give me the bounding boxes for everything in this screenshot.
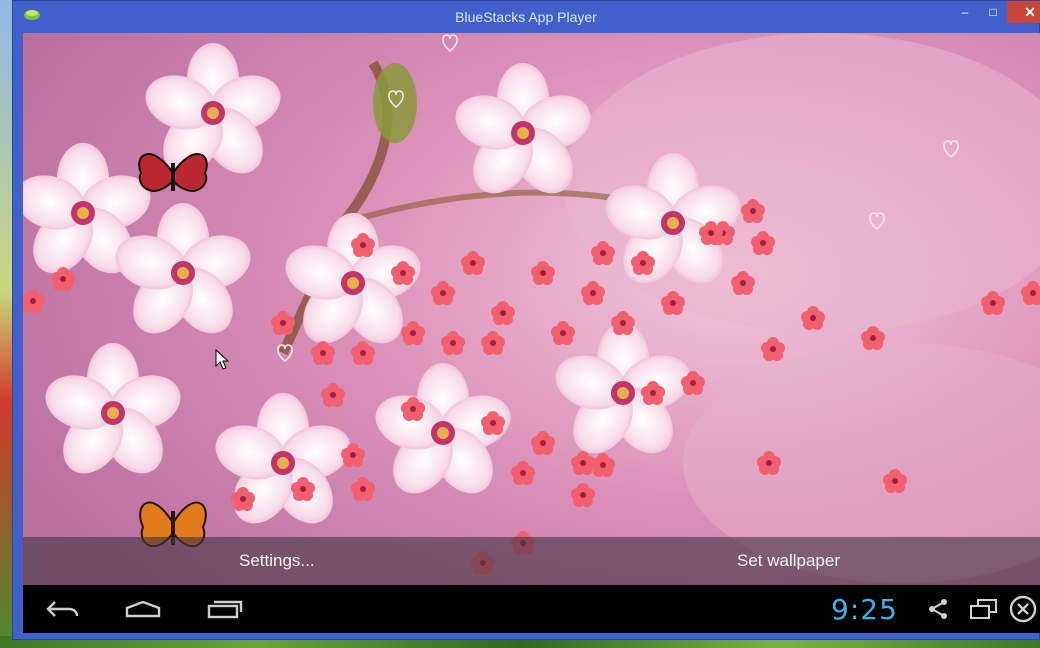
wallpaper-action-bar: Settings... Set wallpaper: [23, 537, 1040, 585]
maximize-button[interactable]: □: [979, 1, 1007, 23]
set-wallpaper-button[interactable]: Set wallpaper: [737, 537, 840, 585]
settings-button[interactable]: Settings...: [239, 537, 315, 585]
bluestacks-window: BlueStacks App Player – □ ✕ Settings... …: [12, 0, 1040, 640]
close-button[interactable]: ✕: [1007, 1, 1040, 23]
screen-rotate-icon[interactable]: [967, 593, 1001, 625]
mouse-pointer-icon: [215, 349, 229, 370]
android-screen: Settings... Set wallpaper 9:25: [23, 33, 1040, 633]
home-icon[interactable]: [121, 593, 165, 625]
share-icon[interactable]: [923, 593, 953, 625]
title-bar[interactable]: BlueStacks App Player – □ ✕: [13, 1, 1040, 33]
android-nav-bar: 9:25: [23, 585, 1040, 633]
minimize-button[interactable]: –: [951, 1, 979, 23]
back-arrow-icon[interactable]: [43, 593, 83, 625]
status-clock: 9:25: [831, 593, 898, 626]
recent-apps-icon[interactable]: [203, 593, 247, 625]
close-app-icon[interactable]: [1007, 593, 1039, 625]
window-title: BlueStacks App Player: [455, 9, 597, 25]
